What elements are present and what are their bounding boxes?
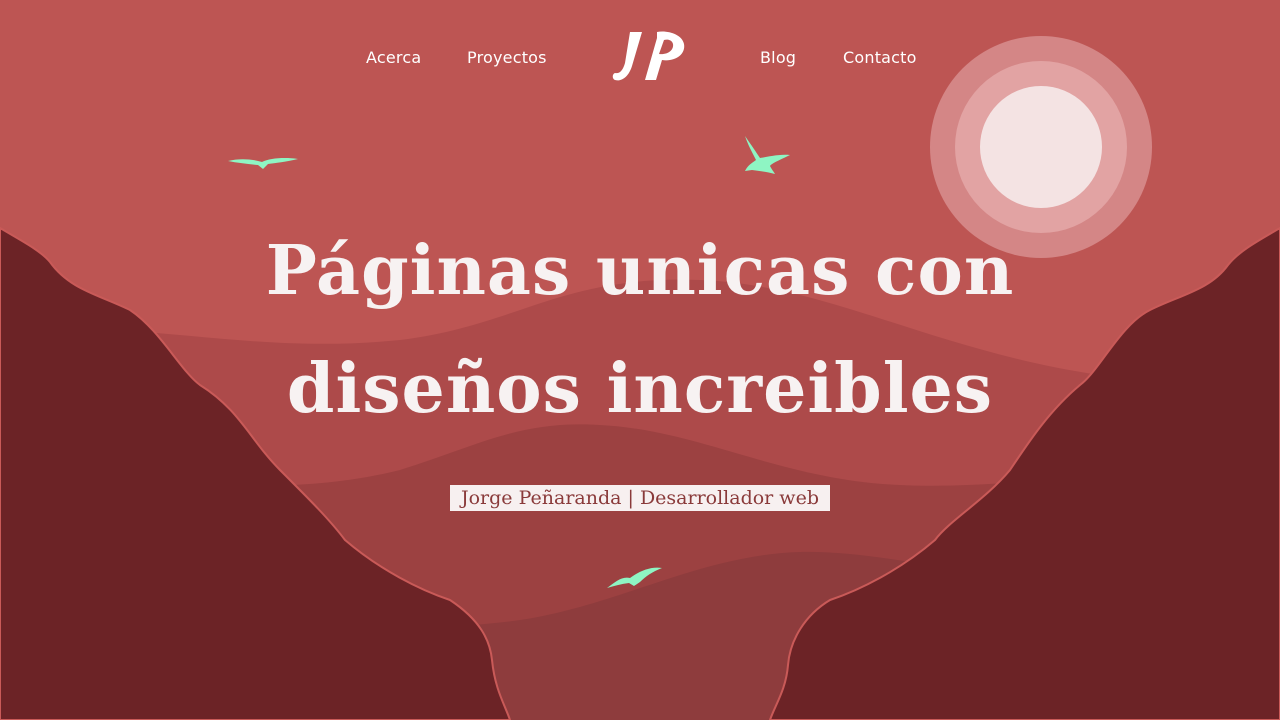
hero-subtitle: Jorge Peñaranda | Desarrollador web	[450, 485, 830, 511]
hero-title: Páginas unicas con diseños increibles	[0, 212, 1280, 448]
bird-icon	[745, 136, 790, 174]
nav-link-contacto[interactable]: Contacto	[843, 48, 917, 67]
hero-title-line2: diseños increibles	[286, 349, 994, 429]
nav-link-acerca[interactable]: Acerca	[366, 48, 421, 67]
bird-icon	[228, 158, 298, 169]
nav-link-proyectos[interactable]: Proyectos	[467, 48, 547, 67]
hero-title-line1: Páginas unicas con	[265, 231, 1015, 311]
logo-jp[interactable]: JP	[612, 28, 692, 88]
top-navigation: Acerca Proyectos JP Blog Contacto	[0, 0, 1280, 120]
nav-link-blog[interactable]: Blog	[760, 48, 796, 67]
